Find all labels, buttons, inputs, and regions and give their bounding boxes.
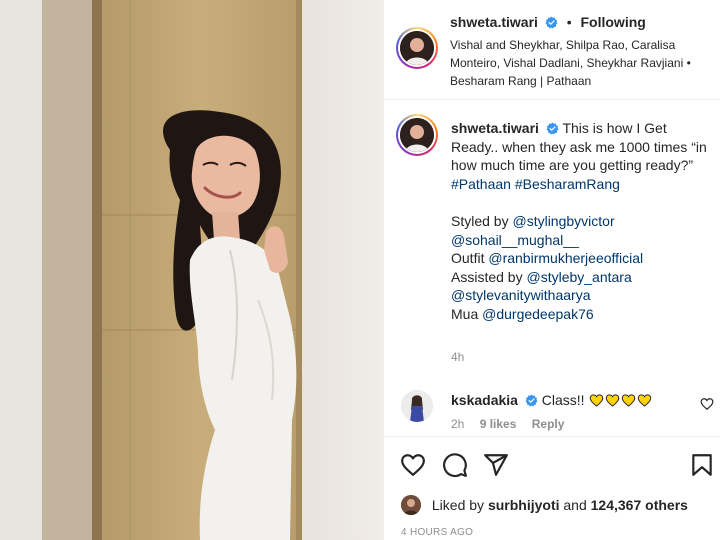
comment-row: kskadakia Class!! 2h 9 likes Reply [384,386,720,436]
caption-username[interactable]: shweta.tiwari [451,120,539,136]
mention-link[interactable]: @styleby_antara [526,269,631,285]
mua-label: Mua [451,305,479,322]
liker-username[interactable]: surbhijyoti [488,497,560,513]
author-username[interactable]: shweta.tiwari [450,14,538,30]
post-header: shweta.tiwari • Following Vishal and She… [384,0,720,100]
following-button[interactable]: Following [581,14,646,30]
separator-dot: • [566,14,572,30]
caption-hashtags[interactable]: #Pathaan #BesharamRang [451,175,713,194]
heart-icon[interactable] [400,452,426,478]
mention-link[interactable]: @sohail__mughal__ [451,232,579,248]
styled-by-label: Styled by [451,212,509,229]
liked-by-and: and [563,497,587,513]
author-avatar[interactable] [396,27,438,69]
verified-badge-icon [525,394,538,407]
mention-link[interactable]: @durgedeepak76 [482,306,594,322]
liker-avatar[interactable] [401,495,421,515]
yellow-heart-icon [606,394,620,407]
post-details-panel: shweta.tiwari • Following Vishal and She… [383,0,720,540]
commenter-username[interactable]: kskadakia [451,392,518,408]
yellow-heart-icon [590,394,604,407]
post-actions: Liked by surbhijyoti and 124,367 others … [384,436,720,540]
like-comment-icon[interactable] [700,397,714,411]
outfit-label: Outfit [451,250,485,267]
caption-timestamp[interactable]: 4h [451,350,464,364]
verified-badge-icon [546,122,559,135]
caption-author-avatar[interactable] [396,114,438,156]
share-icon[interactable] [483,452,509,478]
comment-icon[interactable] [442,452,468,478]
likes-count[interactable]: 124,367 others [591,497,688,513]
mention-link[interactable]: @ranbirmukherjeeofficial [488,250,643,266]
comment-emojis [588,392,652,408]
post-timestamp[interactable]: 4 HOURS AGO [401,527,473,538]
comment-likes[interactable]: 9 likes [480,417,517,431]
reply-button[interactable]: Reply [532,417,565,431]
video-frame [0,0,383,540]
bookmark-icon[interactable] [689,452,715,478]
commenter-avatar[interactable] [401,390,433,422]
liked-by-summary: Liked by surbhijyoti and 124,367 others [401,495,688,515]
comment-text: Class!! [541,392,585,408]
verified-badge-icon [545,16,558,29]
caption-text: shweta.tiwari This is how I Get Ready.. … [451,119,713,324]
yellow-heart-icon [622,394,636,407]
mention-link[interactable]: @stylingbyvictor [512,213,614,229]
yellow-heart-icon [638,394,652,407]
post-video[interactable] [0,0,383,540]
mention-link[interactable]: @stylevanitywithaarya [451,287,591,303]
audio-track-link[interactable]: Vishal and Sheykhar, Shilpa Rao, Caralis… [450,36,712,90]
assisted-by-label: Assisted by [451,268,523,285]
comment-timestamp[interactable]: 2h [451,417,464,431]
liked-by-prefix: Liked by [431,497,485,513]
